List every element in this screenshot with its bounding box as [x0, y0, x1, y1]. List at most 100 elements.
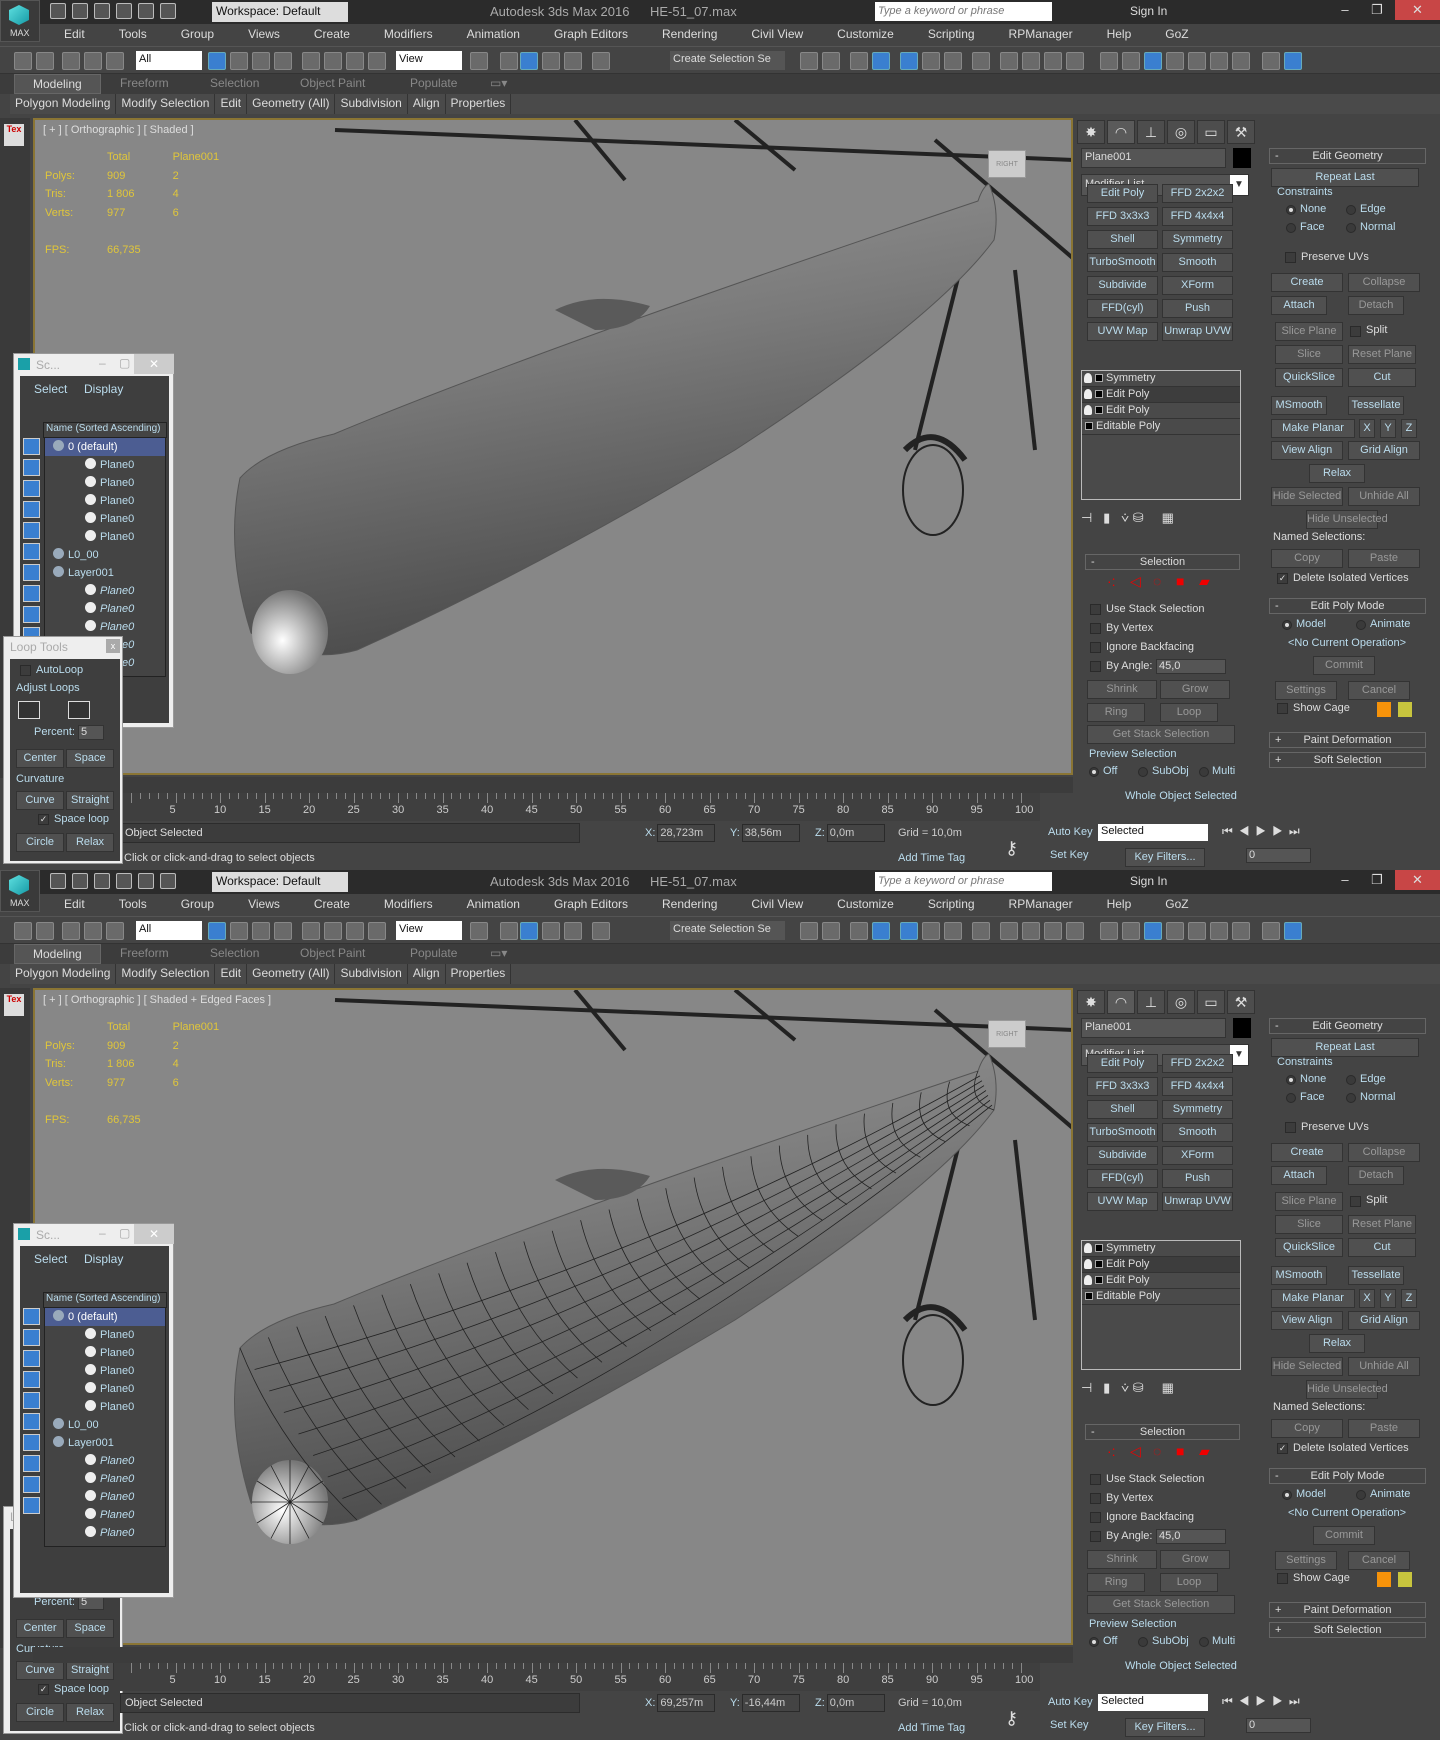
select-object-icon[interactable]: [208, 922, 226, 940]
menu-modifiers[interactable]: Modifiers: [362, 894, 445, 916]
scene-tree-row[interactable]: Plane0: [45, 510, 165, 528]
search-input[interactable]: Type a keyword or phrase: [875, 2, 1052, 21]
constraint-none-radio[interactable]: [1286, 205, 1296, 215]
menu-create[interactable]: Create: [292, 24, 362, 46]
grid-align-button[interactable]: Grid Align: [1348, 1311, 1420, 1330]
midpoint-snap-icon[interactable]: [1188, 922, 1206, 940]
mirror-icon[interactable]: [800, 922, 818, 940]
lightbulb-icon[interactable]: [1084, 405, 1092, 415]
selection-rollout-header[interactable]: - Selection: [1085, 554, 1240, 570]
ribbon-panel-polygon-modeling[interactable]: Polygon Modeling: [10, 94, 117, 114]
ring-button[interactable]: Ring: [1087, 1573, 1145, 1592]
reset-plane-button[interactable]: Reset Plane: [1348, 345, 1416, 364]
menu-graph-editors[interactable]: Graph Editors: [532, 24, 640, 46]
set-key-icon[interactable]: ⚷: [1005, 838, 1018, 859]
toggle-ribbon-icon[interactable]: [900, 52, 918, 70]
scale-icon[interactable]: [346, 52, 364, 70]
rectangle-selection-icon[interactable]: [252, 52, 270, 70]
scene-tree-row[interactable]: Plane0: [45, 1506, 165, 1524]
cage-selected-color-swatch[interactable]: [1398, 702, 1412, 717]
modifier-button-ffd-3x3x3[interactable]: FFD 3x3x3: [1087, 1077, 1158, 1096]
viewport-label[interactable]: [ + ] [ Orthographic ] [ Shaded + Edged …: [43, 994, 271, 1006]
expand-icon[interactable]: [1095, 1260, 1103, 1268]
repeat-last-button[interactable]: Repeat Last: [1271, 1038, 1419, 1057]
stack-item[interactable]: Edit Poly: [1082, 387, 1240, 403]
axis-constraint-icon[interactable]: [1284, 922, 1302, 940]
snap-toggle-icon[interactable]: [500, 922, 518, 940]
expand-icon[interactable]: [1095, 1244, 1103, 1252]
hide-selected-button[interactable]: Hide Selected: [1271, 1357, 1343, 1376]
percent-input[interactable]: 5: [78, 725, 104, 740]
render-iterative-icon[interactable]: [1066, 52, 1084, 70]
stack-item[interactable]: Edit Poly: [1082, 1273, 1240, 1289]
name-column-header[interactable]: Name (Sorted Ascending): [43, 422, 167, 438]
element-mode-icon[interactable]: ▰: [1199, 1443, 1210, 1460]
pivot-snap-icon[interactable]: [1122, 52, 1140, 70]
angle-input[interactable]: 45,0: [1156, 659, 1226, 674]
menu-views[interactable]: Views: [226, 894, 292, 916]
menu-help[interactable]: Help: [1085, 894, 1144, 916]
make-planar-button[interactable]: Make Planar: [1271, 1289, 1355, 1308]
scene-tree-row[interactable]: Plane0: [45, 474, 165, 492]
cage-color-swatch[interactable]: [1377, 1572, 1391, 1587]
move-icon[interactable]: [302, 922, 320, 940]
modifier-button-subdivide[interactable]: Subdivide: [1087, 276, 1158, 295]
constraint-edge-radio[interactable]: [1346, 205, 1356, 215]
commit-button[interactable]: Commit: [1313, 656, 1375, 675]
rectangle-selection-icon[interactable]: [252, 922, 270, 940]
create-button[interactable]: Create: [1271, 1143, 1343, 1162]
snap-toggle-icon[interactable]: [500, 52, 518, 70]
show-cage-checkbox[interactable]: [1277, 1573, 1288, 1584]
lightbulb-icon[interactable]: [1084, 1275, 1092, 1285]
scene-tree-row[interactable]: Plane0: [45, 618, 165, 636]
menu-tools[interactable]: Tools: [97, 894, 159, 916]
spinner-snap-icon[interactable]: [564, 922, 582, 940]
minimize-button[interactable]: –: [1330, 870, 1360, 890]
texture-tool-icon[interactable]: Tex: [4, 994, 24, 1016]
render-icon[interactable]: [1044, 52, 1062, 70]
pivot-icon[interactable]: [470, 52, 488, 70]
placement-icon[interactable]: [368, 52, 386, 70]
relax-button[interactable]: Relax: [66, 1703, 114, 1722]
ribbon-tab-populate[interactable]: Populate: [410, 76, 457, 90]
curve-button[interactable]: Curve: [16, 1661, 64, 1680]
helpers-filter-icon[interactable]: [23, 1392, 40, 1409]
z-value[interactable]: 0,0m: [826, 1694, 885, 1712]
off-radio[interactable]: [1089, 767, 1099, 777]
redo-icon[interactable]: [138, 873, 154, 889]
percent-snap-icon[interactable]: [542, 922, 560, 940]
menu-views[interactable]: Views: [226, 24, 292, 46]
reference-coordinate-dropdown[interactable]: View: [396, 921, 462, 940]
sign-in-button[interactable]: Sign In: [1130, 4, 1167, 18]
scene-tree-row[interactable]: Plane0: [45, 1398, 165, 1416]
edge-mode-icon[interactable]: ◁: [1130, 1443, 1141, 1460]
select-menu[interactable]: Select: [34, 382, 67, 396]
cage-selected-color-swatch[interactable]: [1398, 1572, 1412, 1587]
straight-button[interactable]: Straight: [66, 1661, 114, 1680]
bind-space-warp-icon[interactable]: [106, 52, 124, 70]
modifier-button-uvw-map[interactable]: UVW Map: [1087, 1192, 1158, 1211]
close-button[interactable]: x: [106, 639, 120, 653]
auto-key-button[interactable]: Auto Key: [1048, 1696, 1093, 1708]
key-filters-button[interactable]: Key Filters...: [1125, 1718, 1205, 1737]
select-object-icon[interactable]: [208, 52, 226, 70]
named-selection-set-dropdown[interactable]: Create Selection Se: [670, 51, 785, 70]
constraint-normal-radio[interactable]: [1346, 223, 1356, 233]
x-value[interactable]: 28,723m: [657, 824, 716, 842]
modifier-button-smooth[interactable]: Smooth: [1162, 1123, 1233, 1142]
soft-selection-rollout-header[interactable]: + Soft Selection: [1269, 1622, 1426, 1638]
face-snap-icon[interactable]: [1232, 52, 1250, 70]
lights-filter-icon[interactable]: [23, 480, 40, 497]
model-radio[interactable]: [1282, 620, 1292, 630]
scene-tree-row[interactable]: 0 (default): [45, 438, 165, 456]
endpoint-snap-icon[interactable]: [1166, 922, 1184, 940]
modifier-button-ffd-cyl-[interactable]: FFD(cyl): [1087, 1169, 1158, 1188]
space-loop-checkbox[interactable]: ✓: [38, 1684, 49, 1695]
link-icon[interactable]: [62, 52, 80, 70]
viewcube[interactable]: RIGHT: [988, 150, 1026, 178]
time-slider[interactable]: [33, 1647, 1073, 1663]
ribbon-tab-freeform[interactable]: Freeform: [120, 76, 169, 90]
modifier-button-turbosmooth[interactable]: TurboSmooth: [1087, 1123, 1158, 1142]
object-color-swatch[interactable]: [1233, 148, 1251, 168]
set-key-button[interactable]: Set Key: [1050, 849, 1089, 861]
